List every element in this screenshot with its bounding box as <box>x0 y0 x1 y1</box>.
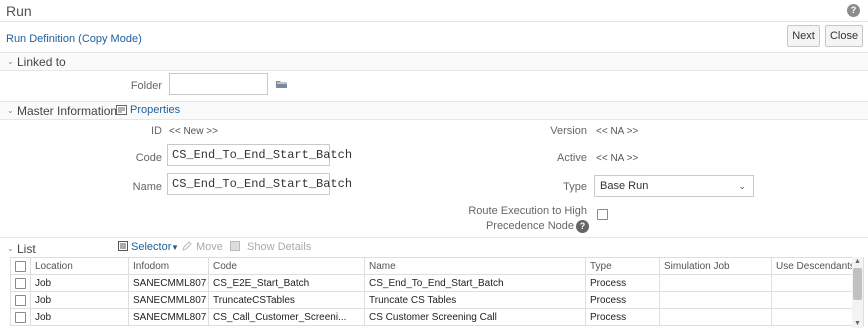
linked-to-label: Linked to <box>17 55 66 69</box>
folder-field[interactable] <box>169 73 268 95</box>
column-header-name[interactable]: Name <box>364 257 586 275</box>
cell-simulation-job[interactable] <box>659 274 772 292</box>
name-field[interactable]: CS_End_To_End_Start_Batch <box>167 173 352 195</box>
cell-simulation-job[interactable] <box>659 291 772 309</box>
column-header-use-descendants[interactable]: Use Descendants <box>771 257 864 275</box>
scroll-down-icon[interactable]: ▼ <box>854 320 861 327</box>
name-label: Name <box>132 181 162 193</box>
scroll-thumb[interactable] <box>853 268 862 300</box>
version-label: Version <box>550 125 587 137</box>
window-title: Run <box>6 3 32 19</box>
column-header-type[interactable]: Type <box>585 257 660 275</box>
cell-name: CS Customer Screening Call <box>364 308 586 326</box>
table-row[interactable]: Job SANECMML807 CS_E2E_Start_Batch CS_En… <box>10 274 864 292</box>
selector-icon[interactable] <box>118 241 128 251</box>
code-label: Code <box>135 152 162 164</box>
master-information-label: Master Information <box>17 104 118 118</box>
cell-code: CS_Call_Customer_Screeni... <box>208 308 365 326</box>
cell-infodom: SANECMML807 <box>128 274 209 292</box>
cell-location: Job <box>30 308 129 326</box>
route-execution-label-line1: Route Execution to High <box>468 205 587 217</box>
table-scrollbar[interactable]: ▲ ▼ <box>852 257 863 328</box>
table-row[interactable]: Job SANECMML807 CS_Call_Customer_Screeni… <box>10 308 864 326</box>
cell-location: Job <box>30 291 129 309</box>
active-label: Active <box>557 152 587 164</box>
cell-infodom: SANECMML807 <box>128 291 209 309</box>
title-bar: Run ? <box>0 0 868 22</box>
next-button[interactable]: Next <box>787 25 820 47</box>
row-checkbox[interactable] <box>15 278 26 289</box>
type-select[interactable]: Base Run ⌄ <box>594 175 754 197</box>
select-all-checkbox[interactable] <box>15 261 26 272</box>
folder-label: Folder <box>130 80 162 92</box>
cell-type: Process <box>585 308 660 326</box>
code-field[interactable]: CS_End_To_End_Start_Batch <box>167 144 352 166</box>
cell-code: CS_E2E_Start_Batch <box>208 274 365 292</box>
linked-to-section-header[interactable]: ⌄ Linked to <box>0 52 868 71</box>
page-subtitle: Run Definition (Copy Mode) <box>6 33 142 45</box>
type-label: Type <box>563 181 587 193</box>
properties-icon[interactable] <box>116 105 127 115</box>
route-execution-label-line2: Precedence Node <box>485 220 574 232</box>
cell-simulation-job[interactable] <box>659 308 772 326</box>
folder-browse-icon[interactable] <box>276 79 288 89</box>
route-help-icon[interactable]: ? <box>576 220 589 233</box>
chevron-down-icon: ⌄ <box>738 181 746 191</box>
cell-use-descendants[interactable] <box>771 291 864 309</box>
properties-link[interactable]: Properties <box>130 104 180 116</box>
table-row[interactable]: Job SANECMML807 TruncateCSTables Truncat… <box>10 291 864 309</box>
move-button[interactable]: Move <box>196 241 223 253</box>
column-header-infodom[interactable]: Infodom <box>128 257 209 275</box>
scroll-up-icon[interactable]: ▲ <box>854 258 861 265</box>
active-value: << NA >> <box>596 153 639 164</box>
column-header-simulation-job[interactable]: Simulation Job <box>659 257 772 275</box>
help-icon[interactable]: ? <box>847 4 860 17</box>
cell-code: TruncateCSTables <box>208 291 365 309</box>
row-checkbox[interactable] <box>15 312 26 323</box>
table-header-row: Location Infodom Code Name Type Simulati… <box>10 257 864 275</box>
cell-infodom: SANECMML807 <box>128 308 209 326</box>
column-header-location[interactable]: Location <box>30 257 129 275</box>
cell-use-descendants[interactable] <box>771 274 864 292</box>
id-value: << New >> <box>169 126 218 137</box>
route-execution-checkbox[interactable] <box>597 209 608 220</box>
selector-button[interactable]: Selector <box>131 241 171 253</box>
row-select-cell <box>10 291 31 309</box>
show-details-icon <box>230 241 240 251</box>
chevron-down-icon: ⌄ <box>7 244 14 253</box>
column-header-code[interactable]: Code <box>208 257 365 275</box>
cell-use-descendants[interactable] <box>771 308 864 326</box>
row-select-cell <box>10 308 31 326</box>
cell-type: Process <box>585 274 660 292</box>
row-checkbox[interactable] <box>15 295 26 306</box>
cell-location: Job <box>30 274 129 292</box>
type-select-value: Base Run <box>600 180 649 192</box>
move-icon <box>182 241 192 251</box>
chevron-down-icon: ⌄ <box>7 57 14 66</box>
cell-type: Process <box>585 291 660 309</box>
cell-name: Truncate CS Tables <box>364 291 586 309</box>
close-button[interactable]: Close <box>825 25 863 47</box>
select-all-cell <box>10 257 31 275</box>
selector-dropdown-icon[interactable]: ▼ <box>171 243 179 252</box>
row-select-cell <box>10 274 31 292</box>
show-details-button[interactable]: Show Details <box>247 241 311 253</box>
cell-name: CS_End_To_End_Start_Batch <box>364 274 586 292</box>
chevron-down-icon: ⌄ <box>7 106 14 115</box>
run-list-table: Location Infodom Code Name Type Simulati… <box>10 257 864 326</box>
list-label: List <box>17 242 36 256</box>
version-value: << NA >> <box>596 126 639 137</box>
id-label: ID <box>151 125 162 137</box>
